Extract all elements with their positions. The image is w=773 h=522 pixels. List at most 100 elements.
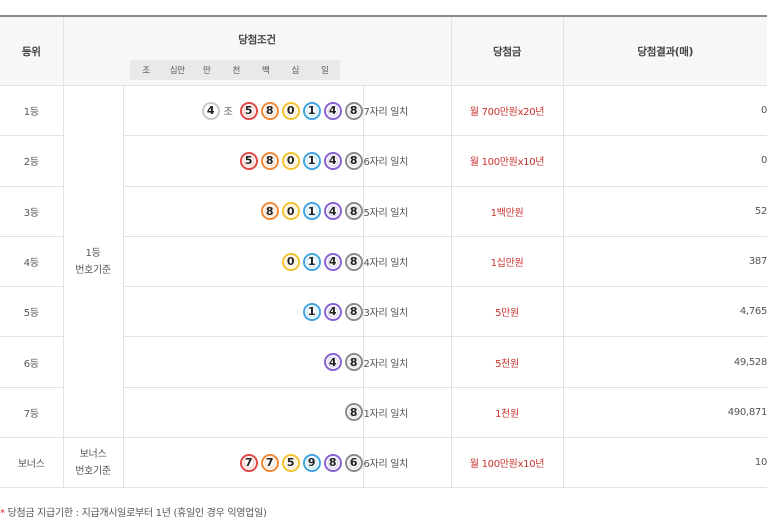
winner-count-cell: 0 (562, 135, 767, 187)
place-label: 조 (142, 66, 150, 76)
number-ball: 9 (302, 453, 321, 472)
base-bonus-line: 번호기준 (75, 465, 111, 477)
base-first-line: 번호기준 (75, 264, 111, 276)
jo-unit-label: 조 (223, 107, 233, 119)
number-ball: 4 (323, 353, 342, 372)
number-ball: 4 (323, 151, 342, 170)
match-count-cell: 1자리 일치 (362, 386, 452, 439)
number-balls: 580148 (124, 136, 363, 185)
number-ball: 5 (239, 151, 258, 170)
number-balls: 148 (124, 287, 363, 336)
winning-number-cell: 775986 (122, 437, 364, 489)
number-ball: 8 (344, 302, 363, 321)
winning-number-cell: 80148 (122, 185, 364, 237)
winning-number-cell: 148 (122, 286, 364, 338)
result-header: 당첨결과(매) (562, 16, 768, 86)
match-count-cell: 7자리 일치 (362, 84, 452, 137)
digit-place-labels: 조 십만 만 천 백 십 일 (129, 60, 340, 80)
match-count-cell: 6자리 일치 (362, 135, 452, 187)
winner-count-cell: 4,765 (562, 286, 767, 338)
base-bonus-cell: 보너스번호기준 (62, 437, 124, 489)
prize-amount-cell: 월 100만원x10년 (450, 437, 564, 489)
match-count-cell: 5자리 일치 (362, 185, 452, 237)
base-bonus-line: 보너스 (79, 448, 107, 460)
number-ball: 5 (239, 101, 258, 120)
table-row: 보너스 보너스 번호기준 7 7 5 9 8 6 6자리 일치 월 100만원x10년 10 (0, 437, 767, 489)
number-ball: 0 (281, 252, 300, 271)
number-ball: 4 (323, 101, 342, 120)
number-balls: 4조580148 (124, 86, 363, 135)
number-ball: 8 (344, 101, 363, 120)
number-ball: 1 (302, 101, 321, 120)
number-ball: 1 (302, 252, 321, 271)
winner-count-cell: 387 (562, 235, 767, 288)
winning-number-cell: 4조580148 (122, 84, 364, 137)
match-count-cell: 2자리 일치 (362, 336, 452, 388)
place-label: 백 (261, 66, 270, 76)
place-label: 십 (291, 66, 300, 76)
base-first-cell: 1등번호기준 (62, 84, 124, 439)
winner-count-cell: 49,528 (562, 336, 767, 388)
prize-amount-cell: 월 700만원x20년 (450, 84, 564, 137)
winner-count-cell: 10 (562, 437, 767, 489)
lottery-result-page: 등위 당첨조건 조 십만 만 천 백 십 일 당첨금 당첨결과(매) 1등 1등… (0, 0, 773, 522)
table-row: 1등 1등 번호기준 4 조 5 8 0 1 4 8 7자리 일치 월 700만원x20년 0 (0, 84, 767, 439)
rank-cell: 보너스 (0, 437, 64, 489)
place-label: 일 (320, 66, 329, 76)
rank-header: 등위 (0, 16, 64, 86)
winner-count-cell: 490,871 (562, 386, 767, 439)
condition-header-title: 당첨조건 (238, 34, 276, 46)
payout-deadline-note: * 당첨금 지급기한 : 지급개시일로부터 1년 (휴일인 경우 익영업일) (0, 504, 267, 519)
place-label: 천 (232, 66, 241, 76)
number-ball: 4 (323, 252, 342, 271)
number-ball: 8 (323, 453, 342, 472)
number-ball: 5 (281, 453, 300, 472)
match-count-cell: 6자리 일치 (362, 437, 452, 489)
number-ball: 8 (260, 101, 279, 120)
jo-number-ball: 4 (201, 101, 220, 120)
number-ball: 8 (344, 353, 363, 372)
winning-number-cell: 580148 (122, 135, 364, 187)
number-ball: 1 (302, 302, 321, 321)
place-label: 만 (202, 66, 211, 76)
prize-header: 당첨금 (450, 16, 564, 86)
number-ball: 4 (323, 302, 342, 321)
number-ball: 1 (302, 202, 321, 221)
place-label: 십만 (169, 66, 185, 76)
number-ball: 8 (344, 151, 363, 170)
number-ball: 8 (344, 252, 363, 271)
number-ball: 8 (344, 202, 363, 221)
match-count-cell: 3자리 일치 (362, 286, 452, 338)
match-count-cell: 4자리 일치 (362, 235, 452, 288)
prize-amount-cell: 5천원 (450, 336, 564, 388)
number-ball: 6 (344, 453, 363, 472)
prize-amount-cell: 5만원 (450, 286, 564, 338)
rank-cell: 5등 (0, 286, 64, 338)
number-ball: 7 (260, 453, 279, 472)
winner-count-cell: 0 (562, 84, 767, 137)
prize-amount-cell: 월 100만원x10년 (450, 135, 564, 187)
rank-cell: 4등 (0, 235, 64, 288)
winning-result-table: 등위 당첨조건 조 십만 만 천 백 십 일 당첨금 당첨결과(매) 1등 1등… (0, 15, 768, 489)
number-balls: 775986 (124, 438, 363, 487)
number-balls: 48 (124, 337, 363, 386)
footnote-text: 당첨금 지급기한 : 지급개시일로부터 1년 (휴일인 경우 익영업일) (4, 508, 267, 519)
rank-cell: 2등 (0, 135, 64, 187)
number-balls: 80148 (124, 187, 363, 236)
number-ball: 0 (281, 101, 300, 120)
number-ball: 8 (260, 151, 279, 170)
rank-cell: 7등 (0, 386, 64, 439)
number-ball: 8 (260, 202, 279, 221)
number-ball: 1 (302, 151, 321, 170)
rank-cell: 1등 (0, 84, 64, 137)
rank-cell: 6등 (0, 336, 64, 388)
winner-count-cell: 52 (562, 185, 767, 237)
winning-number-cell: 48 (122, 336, 364, 388)
prize-amount-cell: 1백만원 (450, 185, 564, 237)
prize-amount-cell: 1십만원 (450, 235, 564, 288)
number-ball: 0 (281, 151, 300, 170)
base-first-line: 1등 (85, 247, 101, 259)
number-balls: 8 (124, 388, 363, 437)
number-ball: 8 (344, 403, 363, 422)
number-ball: 4 (323, 202, 342, 221)
